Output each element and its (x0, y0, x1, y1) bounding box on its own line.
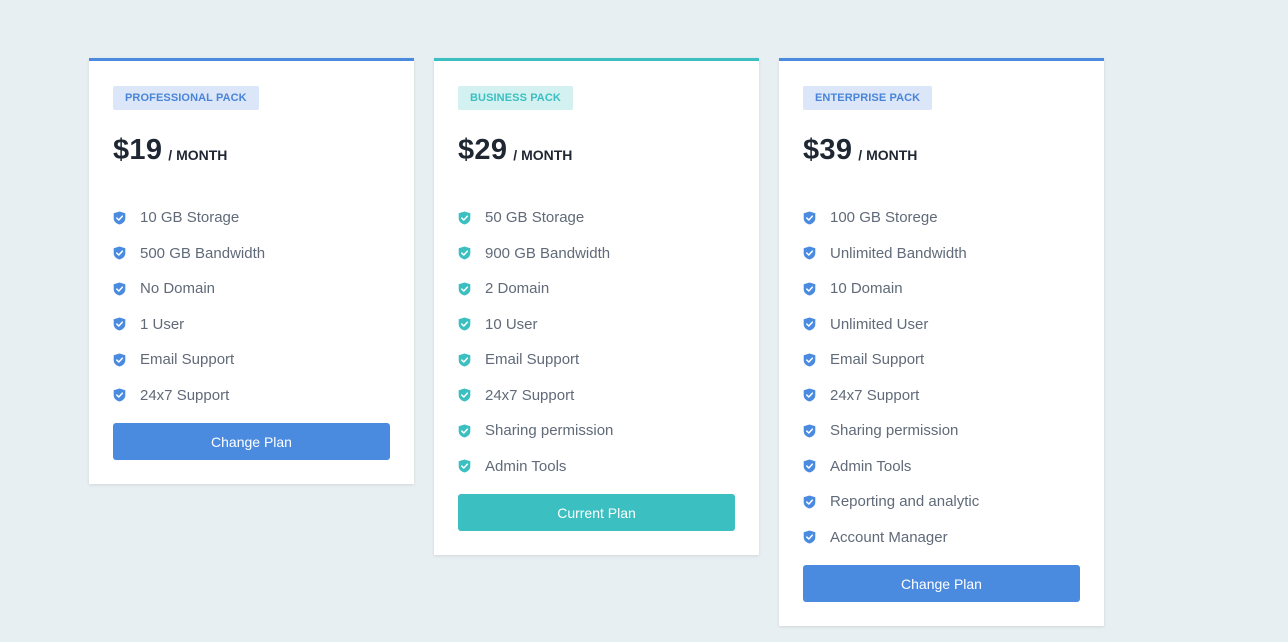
feature-item: 10 Domain (803, 271, 1080, 307)
feature-item: Unlimited Bandwidth (803, 236, 1080, 272)
feature-label: 500 GB Bandwidth (140, 244, 266, 262)
feature-item: Email Support (803, 342, 1080, 378)
feature-item: 500 GB Bandwidth (113, 236, 390, 272)
feature-list: 50 GB Storage 900 GB Bandwidth 2 Domain … (458, 200, 735, 484)
feature-item: 24x7 Support (458, 378, 735, 414)
feature-item: 10 User (458, 307, 735, 343)
shield-check-icon (113, 353, 126, 367)
feature-label: 50 GB Storage (485, 209, 585, 227)
feature-label: 1 User (140, 315, 185, 333)
feature-item: Account Manager (803, 520, 1080, 556)
price-row: $39 / MONTH (803, 133, 1080, 167)
change-plan-button[interactable]: Change Plan (803, 565, 1080, 602)
price-period: / MONTH (858, 147, 918, 163)
feature-item: 1 User (113, 307, 390, 343)
feature-label: 24x7 Support (830, 386, 920, 404)
shield-check-icon (458, 211, 471, 225)
feature-list: 10 GB Storage 500 GB Bandwidth No Domain… (113, 200, 390, 413)
feature-item: Admin Tools (803, 449, 1080, 485)
shield-check-icon (113, 317, 126, 331)
feature-item: 100 GB Storege (803, 200, 1080, 236)
feature-item: 900 GB Bandwidth (458, 236, 735, 272)
shield-check-icon (803, 495, 816, 509)
shield-check-icon (458, 459, 471, 473)
feature-label: 10 User (485, 315, 538, 333)
feature-label: 24x7 Support (140, 386, 230, 404)
feature-label: Unlimited Bandwidth (830, 244, 967, 262)
shield-check-icon (803, 211, 816, 225)
shield-check-icon (803, 246, 816, 260)
shield-check-icon (803, 459, 816, 473)
feature-label: 900 GB Bandwidth (485, 244, 611, 262)
feature-label: Sharing permission (485, 422, 614, 440)
plan-badge: PROFESSIONAL PACK (113, 86, 259, 110)
price-row: $19 / MONTH (113, 133, 390, 167)
feature-item: Unlimited User (803, 307, 1080, 343)
feature-item: 10 GB Storage (113, 200, 390, 236)
plan-price: $29 (458, 134, 508, 166)
shield-check-icon (113, 246, 126, 260)
shield-check-icon (803, 530, 816, 544)
feature-list: 100 GB Storege Unlimited Bandwidth 10 Do… (803, 200, 1080, 555)
current-plan-button[interactable]: Current Plan (458, 494, 735, 531)
shield-check-icon (113, 388, 126, 402)
shield-check-icon (803, 317, 816, 331)
feature-label: 100 GB Storege (830, 209, 938, 227)
plan-card-business: BUSINESS PACK $29 / MONTH 50 GB Storage … (434, 58, 759, 555)
feature-item: 24x7 Support (113, 378, 390, 414)
plan-price: $19 (113, 134, 163, 166)
feature-item: No Domain (113, 271, 390, 307)
feature-item: 2 Domain (458, 271, 735, 307)
feature-label: 24x7 Support (485, 386, 575, 404)
feature-label: Reporting and analytic (830, 493, 980, 511)
shield-check-icon (803, 388, 816, 402)
feature-item: 24x7 Support (803, 378, 1080, 414)
feature-label: Unlimited User (830, 315, 929, 333)
feature-item: Sharing permission (803, 413, 1080, 449)
plan-card-enterprise: ENTERPRISE PACK $39 / MONTH 100 GB Store… (779, 58, 1104, 626)
feature-item: Reporting and analytic (803, 484, 1080, 520)
shield-check-icon (113, 282, 126, 296)
feature-label: Admin Tools (485, 457, 567, 475)
shield-check-icon (458, 388, 471, 402)
shield-check-icon (113, 211, 126, 225)
feature-label: 10 Domain (830, 280, 903, 298)
feature-label: No Domain (140, 280, 216, 298)
shield-check-icon (458, 282, 471, 296)
feature-item: 50 GB Storage (458, 200, 735, 236)
feature-label: Sharing permission (830, 422, 959, 440)
price-period: / MONTH (168, 147, 228, 163)
plan-badge: BUSINESS PACK (458, 86, 573, 110)
plan-badge: ENTERPRISE PACK (803, 86, 933, 110)
plan-card-professional: PROFESSIONAL PACK $19 / MONTH 10 GB Stor… (89, 58, 414, 484)
price-period: / MONTH (513, 147, 573, 163)
shield-check-icon (803, 424, 816, 438)
change-plan-button[interactable]: Change Plan (113, 423, 390, 460)
feature-label: Email Support (830, 351, 925, 369)
feature-label: 2 Domain (485, 280, 550, 298)
shield-check-icon (803, 282, 816, 296)
shield-check-icon (458, 353, 471, 367)
shield-check-icon (458, 246, 471, 260)
plan-price: $39 (803, 134, 853, 166)
feature-label: Admin Tools (830, 457, 912, 475)
shield-check-icon (458, 317, 471, 331)
price-row: $29 / MONTH (458, 133, 735, 167)
shield-check-icon (458, 424, 471, 438)
feature-item: Email Support (113, 342, 390, 378)
feature-label: 10 GB Storage (140, 209, 240, 227)
feature-item: Admin Tools (458, 449, 735, 485)
feature-label: Email Support (140, 351, 235, 369)
feature-label: Account Manager (830, 528, 948, 546)
feature-item: Sharing permission (458, 413, 735, 449)
feature-item: Email Support (458, 342, 735, 378)
shield-check-icon (803, 353, 816, 367)
feature-label: Email Support (485, 351, 580, 369)
